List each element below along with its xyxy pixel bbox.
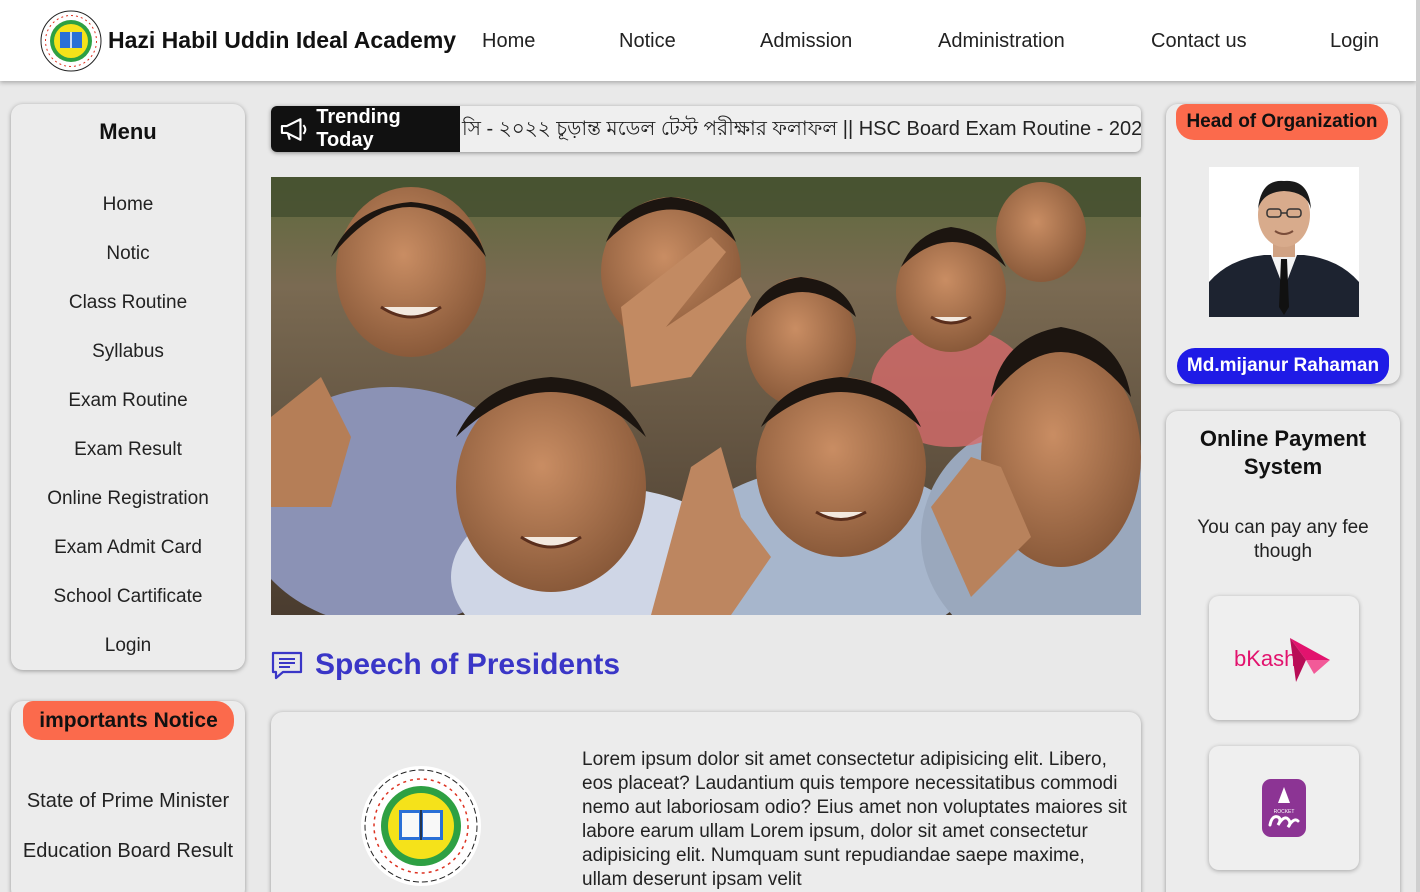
trending-label: Trending Today — [316, 106, 401, 151]
menu-item-exam-routine[interactable]: Exam Routine — [11, 390, 245, 412]
notice-item[interactable]: State of Prime Minister — [11, 790, 245, 813]
nav-login[interactable]: Login — [1330, 30, 1379, 53]
menu-item-login[interactable]: Login — [11, 635, 245, 657]
payment-description: You can pay any fee though — [1197, 517, 1369, 562]
school-crest-logo — [361, 766, 481, 886]
head-name: Md.mijanur Rahaman — [1177, 348, 1389, 384]
payment-title: Online Payment System — [1199, 426, 1367, 479]
menu-item-exam-result[interactable]: Exam Result — [11, 439, 245, 461]
menu-item-exam-admit-card[interactable]: Exam Admit Card — [11, 537, 245, 559]
nav-contact-us[interactable]: Contact us — [1151, 30, 1247, 53]
head-of-organization-panel: Head of Organization Md.mijanur Rahaman — [1166, 104, 1400, 384]
menu-item-notice[interactable]: Notic — [11, 243, 245, 265]
bkash-logo-icon: bKash — [1234, 638, 1330, 682]
nav-administration[interactable]: Administration — [938, 30, 1065, 53]
trending-label-box: Trending Today — [271, 106, 460, 152]
menu-item-school-certificate[interactable]: School Cartificate — [11, 586, 245, 608]
message-icon — [271, 651, 303, 680]
sidebar-menu: Menu Home Notic Class Routine Syllabus E… — [11, 104, 245, 670]
brand-name[interactable]: Hazi Habil Uddin Ideal Academy — [108, 27, 456, 54]
rocket-label: ROCKET — [1274, 809, 1295, 815]
menu-item-syllabus[interactable]: Syllabus — [11, 341, 245, 363]
megaphone-icon — [280, 118, 307, 141]
rocket-button[interactable]: ROCKET — [1209, 746, 1359, 870]
speech-body: Lorem ipsum dolor sit amet consectetur a… — [582, 749, 1127, 890]
menu-item-online-registration[interactable]: Online Registration — [11, 488, 245, 510]
hero-photo — [271, 177, 1141, 615]
online-payment-panel: Online Payment System You can pay any fe… — [1166, 411, 1400, 892]
menu-item-home[interactable]: Home — [11, 194, 245, 216]
trending-ticker: Trending Today সি - ২০২২ চূড়ান্ত মডেল ট… — [271, 106, 1141, 152]
notice-panel-title: importants Notice — [23, 701, 234, 740]
children-photo-image — [271, 177, 1141, 615]
menu-title: Menu — [99, 119, 157, 144]
notice-item[interactable]: Education Board Result — [11, 840, 245, 863]
speech-title: Speech of Presidents — [315, 648, 621, 681]
bkash-label: bKash — [1234, 646, 1296, 671]
bkash-button[interactable]: bKash — [1209, 596, 1359, 720]
top-navbar: Hazi Habil Uddin Ideal Academy Home Noti… — [0, 0, 1416, 81]
nav-notice[interactable]: Notice — [619, 30, 676, 53]
speech-heading: Speech of Presidents — [271, 648, 620, 682]
head-panel-title: Head of Organization — [1176, 104, 1388, 140]
speech-card: Lorem ipsum dolor sit amet consectetur a… — [271, 712, 1141, 892]
person-photo-image — [1209, 167, 1359, 317]
important-notice-panel: importants Notice State of Prime Ministe… — [11, 701, 245, 892]
nav-home[interactable]: Home — [482, 30, 535, 53]
menu-item-class-routine[interactable]: Class Routine — [11, 292, 245, 314]
school-logo-icon[interactable] — [40, 10, 102, 72]
nav-admission[interactable]: Admission — [760, 30, 852, 53]
head-portrait — [1209, 167, 1359, 317]
trending-text[interactable]: সি - ২০২২ চূড়ান্ত মডেল টেস্ট পরীক্ষার ফ… — [460, 106, 1141, 152]
page-scrollbar[interactable] — [1416, 0, 1420, 892]
rocket-logo-icon: ROCKET — [1262, 779, 1306, 837]
